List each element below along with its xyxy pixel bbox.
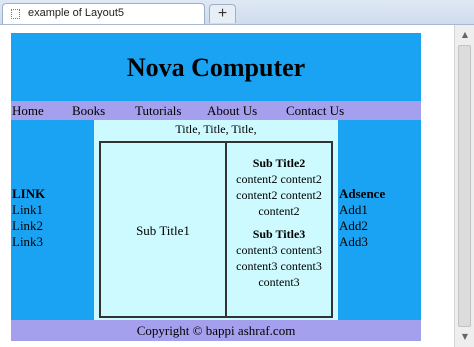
nav-about-link[interactable]: About Us bbox=[207, 101, 257, 120]
site-footer: Copyright © bappi ashraf.com bbox=[11, 320, 421, 341]
content-line: content2 content2 bbox=[236, 188, 322, 202]
tab-title: example of Layout5 bbox=[28, 7, 125, 19]
main-title: Title, Title, Title, bbox=[175, 122, 257, 136]
nav-books-link[interactable]: Books bbox=[72, 101, 105, 120]
new-tab-button[interactable]: + bbox=[209, 4, 236, 23]
web-page: Nova Computer Home Books Tutorials About… bbox=[11, 33, 421, 342]
ad-link[interactable]: Add2 bbox=[339, 218, 385, 234]
nav-home-link[interactable]: Home bbox=[12, 101, 44, 120]
tab-strip: example of Layout5 + bbox=[0, 0, 474, 25]
right-sidebar-heading: Adsence bbox=[339, 186, 386, 201]
main-content: Title, Title, Title, Sub Title1 Sub Titl… bbox=[94, 120, 338, 320]
left-sidebar-heading: LINK bbox=[12, 186, 46, 201]
left-sidebar: LINK Link1 Link2 Link3 bbox=[11, 120, 94, 320]
scroll-thumb[interactable] bbox=[458, 45, 471, 327]
content-line: content3 content3 bbox=[236, 259, 322, 273]
sub-title1: Sub Title1 bbox=[136, 223, 190, 238]
content-line: content3 bbox=[258, 275, 300, 289]
nav-bar: Home Books Tutorials About Us Contact Us bbox=[11, 101, 421, 120]
content-line: content2 content2 bbox=[236, 172, 322, 186]
site-header: Nova Computer bbox=[11, 33, 421, 101]
vertical-scrollbar[interactable]: ▲ ▼ bbox=[454, 25, 474, 347]
sub-title3: Sub Title3 bbox=[252, 227, 306, 241]
ad-link[interactable]: Add1 bbox=[339, 202, 385, 218]
page-icon bbox=[11, 9, 20, 19]
content-box: Sub Title2 content2 content2 content2 co… bbox=[226, 141, 333, 318]
sidebar-link[interactable]: Link1 bbox=[12, 202, 45, 218]
sidebar-link[interactable]: Link3 bbox=[12, 234, 45, 250]
sidebar-link[interactable]: Link2 bbox=[12, 218, 45, 234]
arrow-up-icon[interactable]: ▲ bbox=[459, 29, 471, 41]
arrow-down-icon[interactable]: ▼ bbox=[459, 331, 471, 343]
right-sidebar: Adsence Add1 Add2 Add3 bbox=[338, 120, 421, 320]
content-line: content3 content3 bbox=[236, 243, 322, 257]
ad-link[interactable]: Add3 bbox=[339, 234, 385, 250]
content-line: content2 bbox=[258, 204, 300, 218]
sub-title2: Sub Title2 bbox=[252, 156, 306, 170]
nav-tutorials-link[interactable]: Tutorials bbox=[135, 101, 181, 120]
nav-contact-link[interactable]: Contact Us bbox=[286, 101, 344, 120]
sub-title1-box: Sub Title1 bbox=[99, 141, 226, 318]
browser-tab[interactable]: example of Layout5 bbox=[2, 3, 205, 24]
